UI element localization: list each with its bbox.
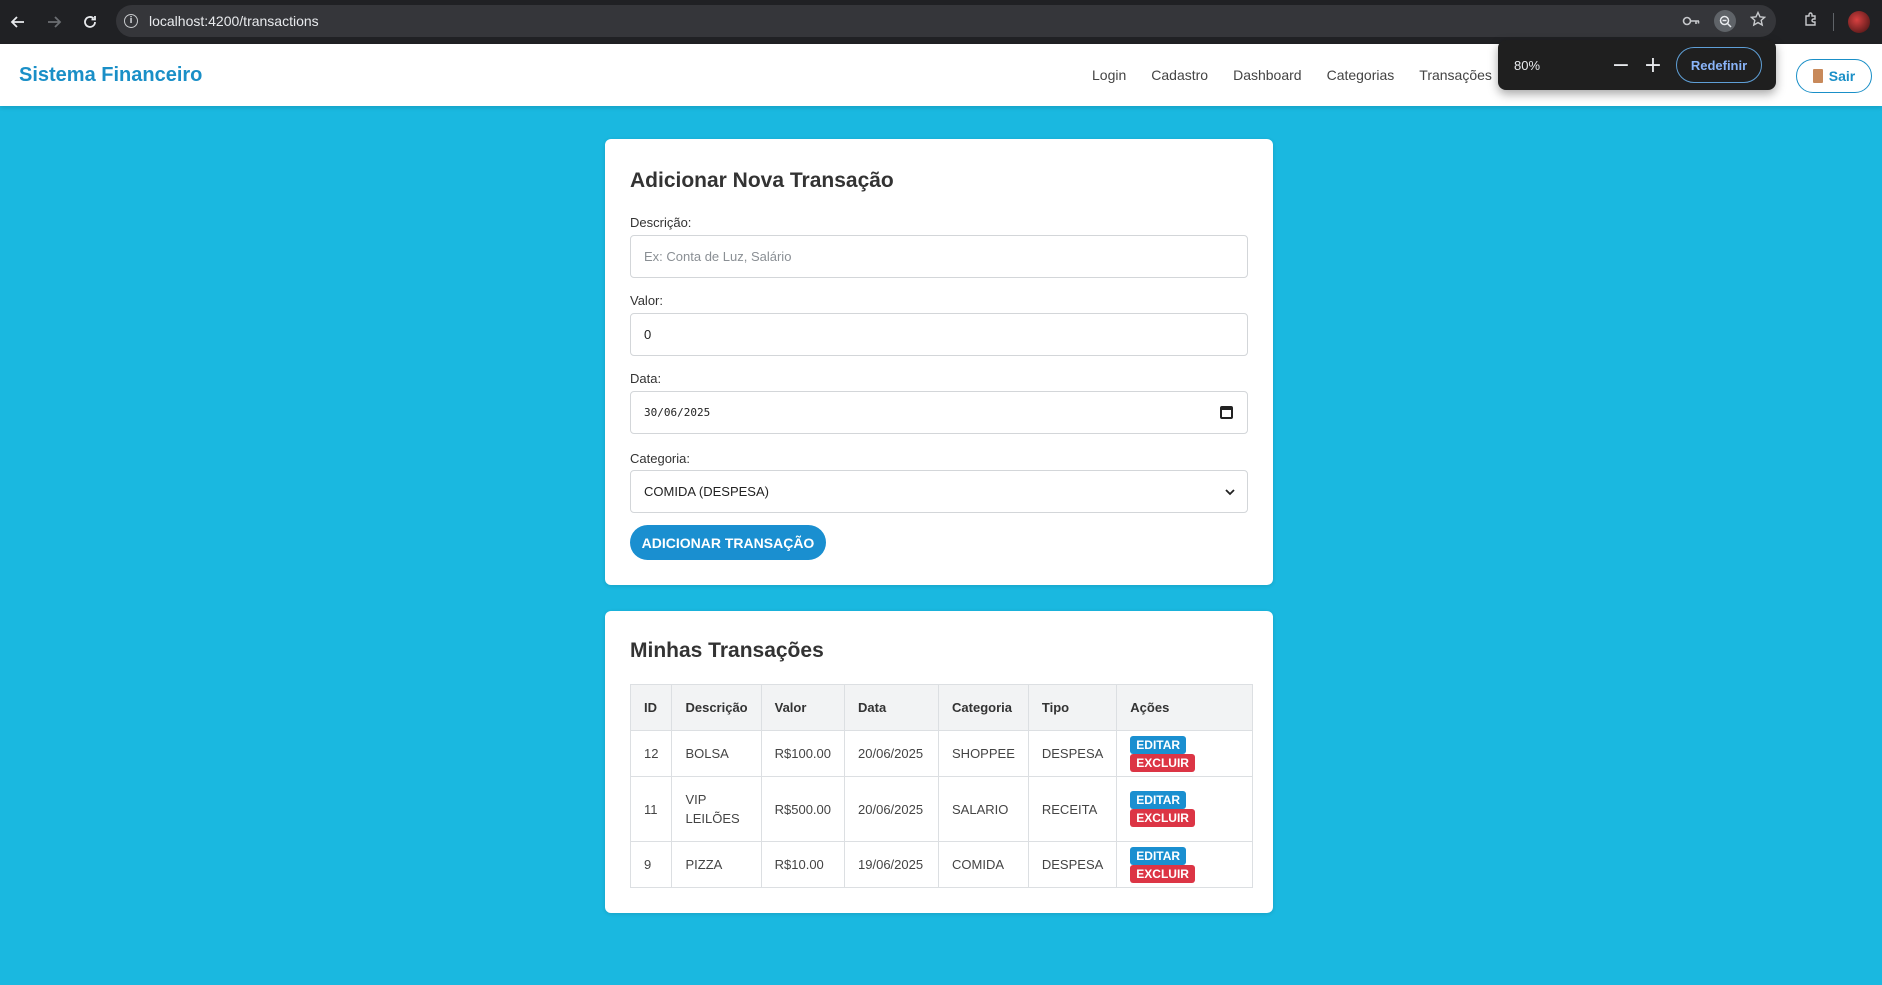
profile-avatar[interactable]: [1848, 11, 1870, 33]
delete-button[interactable]: EXCLUIR: [1130, 753, 1195, 772]
cell-valor: R$100.00: [760, 730, 846, 777]
description-label: Descrição:: [630, 215, 692, 230]
edit-button[interactable]: EDITAR: [1130, 791, 1187, 809]
col-data: Data: [844, 684, 940, 731]
site-info-icon[interactable]: i: [124, 14, 138, 28]
transactions-card: Minhas Transações ID Descrição Valor Dat…: [605, 611, 1273, 913]
address-bar[interactable]: i localhost:4200/transactions: [116, 5, 1776, 37]
col-categoria: Categoria: [938, 684, 1029, 731]
col-valor: Valor: [760, 684, 846, 731]
toolbar-divider: [1833, 13, 1834, 31]
col-id: ID: [629, 684, 673, 731]
col-acoes: Ações: [1116, 684, 1253, 731]
table-row: 11 VIP LEILÕES R$500.00 20/06/2025 SALAR…: [629, 776, 1253, 842]
col-tipo: Tipo: [1027, 684, 1118, 731]
date-value: 30/06/2025: [644, 406, 711, 419]
nav-menu: Login Cadastro Dashboard Categorias Tran…: [1092, 44, 1517, 106]
date-input[interactable]: 30/06/2025: [630, 391, 1248, 434]
browser-toolbar: i localhost:4200/transactions: [0, 0, 1882, 44]
add-transaction-card: Adicionar Nova Transação Descrição: Ex: …: [605, 139, 1273, 585]
cell-data: 20/06/2025: [844, 776, 940, 842]
col-descricao: Descrição: [671, 684, 762, 731]
cell-descricao: BOLSA: [671, 730, 762, 777]
delete-button[interactable]: EXCLUIR: [1130, 864, 1195, 883]
door-icon: [1812, 69, 1823, 83]
table-row: 12 BOLSA R$100.00 20/06/2025 SHOPPEE DES…: [629, 730, 1253, 777]
logout-label: Sair: [1828, 68, 1856, 84]
nav-link-login[interactable]: Login: [1092, 67, 1126, 83]
zoom-in-button[interactable]: +: [1638, 50, 1668, 80]
zoom-out-button[interactable]: −: [1606, 50, 1636, 80]
extensions-icon[interactable]: [1803, 12, 1819, 32]
value-label: Valor:: [630, 293, 663, 308]
delete-button[interactable]: EXCLUIR: [1130, 809, 1195, 827]
cell-categoria: SHOPPEE: [938, 730, 1029, 777]
cell-acoes: EDITAREXCLUIR: [1116, 841, 1253, 888]
password-key-icon[interactable]: [1682, 12, 1700, 31]
category-selected: COMIDA (DESPESA): [644, 484, 769, 499]
cell-tipo: DESPESA: [1027, 841, 1118, 888]
nav-link-transacoes[interactable]: Transações: [1419, 67, 1492, 83]
zoom-popup: 80% − + Redefinir: [1498, 40, 1776, 90]
zoom-percent: 80%: [1514, 57, 1541, 73]
cell-descricao: VIP LEILÕES: [671, 776, 762, 842]
category-select[interactable]: COMIDA (DESPESA): [630, 470, 1248, 513]
edit-button[interactable]: EDITAR: [1130, 846, 1187, 865]
category-label: Categoria:: [630, 451, 690, 466]
cell-id: 9: [629, 841, 673, 888]
nav-link-cadastro[interactable]: Cadastro: [1151, 67, 1208, 83]
cell-id: 12: [629, 730, 673, 777]
cell-valor: R$10.00: [760, 841, 846, 888]
url-text[interactable]: localhost:4200/transactions: [149, 13, 319, 29]
cell-categoria: SALARIO: [938, 776, 1029, 842]
zoom-reset-button[interactable]: Redefinir: [1676, 47, 1762, 83]
add-transaction-button[interactable]: ADICIONAR TRANSAÇÃO: [630, 525, 826, 560]
table-row: 9 PIZZA R$10.00 19/06/2025 COMIDA DESPES…: [629, 841, 1253, 888]
transactions-table: ID Descrição Valor Data Categoria Tipo A…: [629, 684, 1253, 888]
back-icon[interactable]: [0, 4, 36, 40]
description-input[interactable]: Ex: Conta de Luz, Salário: [630, 235, 1248, 278]
bookmark-star-icon[interactable]: [1749, 10, 1767, 31]
logout-button[interactable]: Sair: [1796, 59, 1872, 93]
cell-tipo: RECEITA: [1027, 776, 1118, 842]
cell-acoes: EDITAREXCLUIR: [1116, 776, 1253, 842]
cell-acoes: EDITAREXCLUIR: [1116, 730, 1253, 777]
cell-descricao: PIZZA: [671, 841, 762, 888]
cell-id: 11: [629, 776, 673, 842]
nav-link-categorias[interactable]: Categorias: [1327, 67, 1395, 83]
cell-valor: R$500.00: [760, 776, 846, 842]
chevron-down-icon: [1225, 485, 1235, 499]
zoom-icon[interactable]: [1714, 10, 1736, 32]
list-title: Minhas Transações: [630, 639, 824, 662]
cell-data: 20/06/2025: [844, 730, 940, 777]
table-header-row: ID Descrição Valor Data Categoria Tipo A…: [629, 684, 1253, 731]
date-label: Data:: [630, 371, 662, 386]
edit-button[interactable]: EDITAR: [1130, 735, 1187, 754]
forward-icon[interactable]: [36, 4, 72, 40]
cell-categoria: COMIDA: [938, 841, 1029, 888]
brand-title[interactable]: Sistema Financeiro: [19, 64, 202, 87]
cell-tipo: DESPESA: [1027, 730, 1118, 777]
value-input[interactable]: 0: [630, 313, 1248, 356]
reload-icon[interactable]: [72, 4, 108, 40]
calendar-icon[interactable]: [1220, 406, 1233, 419]
cell-data: 19/06/2025: [844, 841, 940, 888]
form-title: Adicionar Nova Transação: [630, 169, 894, 192]
nav-link-dashboard[interactable]: Dashboard: [1233, 67, 1302, 83]
